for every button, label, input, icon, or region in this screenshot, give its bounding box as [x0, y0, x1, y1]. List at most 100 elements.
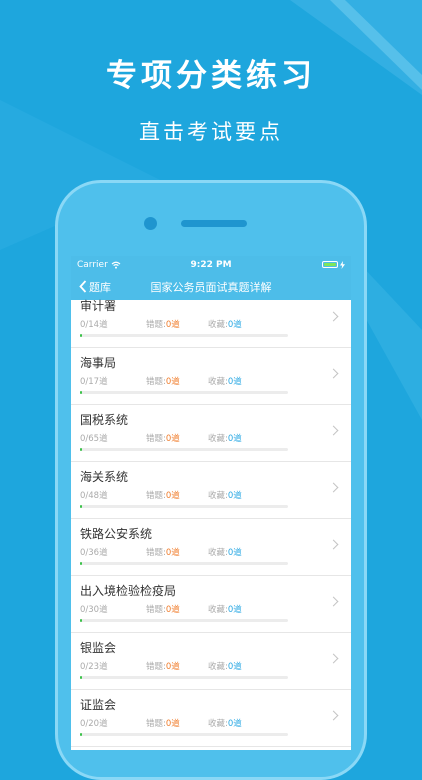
item-name: 海事局: [80, 356, 117, 370]
item-name: 银监会: [80, 641, 117, 655]
fav-value: 0道: [227, 719, 242, 729]
carrier-info: Carrier: [77, 260, 121, 270]
item-total: 0/17道: [80, 377, 108, 387]
item-wrong: 错题:0道: [146, 603, 180, 615]
progress-fill: [80, 733, 82, 736]
wifi-icon: [111, 261, 121, 269]
category-list: 审计署 0/14道 错题:0道 收藏:0道 海事局 0/17道 错题:0道 收藏…: [71, 299, 351, 747]
chevron-right-icon: [328, 368, 339, 379]
phone-screen: Carrier 9:22 PM 题库 国家公务员面试真题详解 审计署 0/14道…: [71, 256, 351, 750]
list-item[interactable]: 海关系统 0/48道 错题:0道 收藏:0道: [71, 462, 351, 519]
wrong-label: 错题:: [146, 662, 166, 672]
chevron-right-icon: [328, 539, 339, 550]
item-wrong: 错题:0道: [146, 660, 180, 672]
wrong-value: 0道: [165, 548, 180, 558]
item-wrong: 错题:0道: [146, 375, 180, 387]
progress-bar: [80, 562, 288, 565]
battery-icon: [322, 261, 338, 268]
wrong-label: 错题:: [146, 491, 166, 501]
fav-label: 收藏:: [208, 605, 228, 615]
promo-subtitle: 直击考试要点: [139, 120, 283, 144]
fav-label: 收藏:: [208, 491, 228, 501]
phone-speaker: [181, 220, 247, 227]
list-item[interactable]: 海事局 0/17道 错题:0道 收藏:0道: [71, 348, 351, 405]
item-fav: 收藏:0道: [208, 489, 242, 501]
back-button[interactable]: 题库: [71, 279, 111, 295]
wrong-label: 错题:: [146, 605, 166, 615]
fav-value: 0道: [227, 434, 242, 444]
fav-value: 0道: [227, 491, 242, 501]
item-fav: 收藏:0道: [208, 717, 242, 729]
wrong-label: 错题:: [146, 320, 166, 330]
progress-fill: [80, 448, 82, 451]
item-name: 国税系统: [80, 413, 129, 427]
fav-value: 0道: [227, 548, 242, 558]
fav-value: 0道: [227, 605, 242, 615]
fav-value: 0道: [227, 662, 242, 672]
fav-label: 收藏:: [208, 662, 228, 672]
fav-label: 收藏:: [208, 434, 228, 444]
list-item[interactable]: 出入境检验检疫局 0/30道 错题:0道 收藏:0道: [71, 576, 351, 633]
item-total: 0/30道: [80, 605, 108, 615]
battery-indicator: [322, 260, 345, 269]
progress-fill: [80, 334, 82, 337]
wrong-label: 错题:: [146, 434, 166, 444]
progress-bar: [80, 619, 288, 622]
progress-bar: [80, 733, 288, 736]
item-total: 0/65道: [80, 434, 108, 444]
item-name: 证监会: [80, 698, 117, 712]
item-wrong: 错题:0道: [146, 432, 180, 444]
page-title: 国家公务员面试真题详解: [150, 280, 272, 294]
progress-fill: [80, 562, 82, 565]
chevron-right-icon: [328, 710, 339, 721]
progress-fill: [80, 505, 82, 508]
wrong-value: 0道: [165, 434, 180, 444]
carrier-label: Carrier: [77, 259, 108, 270]
item-wrong: 错题:0道: [146, 717, 180, 729]
progress-fill: [80, 391, 82, 394]
fav-label: 收藏:: [208, 719, 228, 729]
list-item[interactable]: 铁路公安系统 0/36道 错题:0道 收藏:0道: [71, 519, 351, 576]
progress-bar: [80, 391, 288, 394]
fav-value: 0道: [227, 320, 242, 330]
item-name: 审计署: [80, 299, 117, 313]
item-fav: 收藏:0道: [208, 660, 242, 672]
phone-camera: [144, 217, 157, 230]
chevron-right-icon: [328, 311, 339, 322]
wrong-label: 错题:: [146, 719, 166, 729]
item-name: 铁路公安系统: [80, 527, 153, 541]
item-total: 0/36道: [80, 548, 108, 558]
item-wrong: 错题:0道: [146, 489, 180, 501]
wrong-value: 0道: [165, 320, 180, 330]
item-name: 海关系统: [80, 470, 129, 484]
back-button-label: 题库: [89, 280, 111, 294]
fav-label: 收藏:: [208, 320, 228, 330]
wrong-value: 0道: [165, 377, 180, 387]
chevron-right-icon: [328, 596, 339, 607]
list-item[interactable]: 银监会 0/23道 错题:0道 收藏:0道: [71, 633, 351, 690]
list-item[interactable]: 审计署 0/14道 错题:0道 收藏:0道: [71, 299, 351, 348]
item-total: 0/23道: [80, 662, 108, 672]
list-item[interactable]: 国税系统 0/65道 错题:0道 收藏:0道: [71, 405, 351, 462]
item-wrong: 错题:0道: [146, 318, 180, 330]
wrong-value: 0道: [165, 719, 180, 729]
item-name: 出入境检验检疫局: [80, 584, 177, 598]
chevron-right-icon: [328, 653, 339, 664]
progress-fill: [80, 619, 82, 622]
wrong-value: 0道: [165, 605, 180, 615]
list-item[interactable]: 证监会 0/20道 错题:0道 收藏:0道: [71, 690, 351, 747]
progress-bar: [80, 334, 288, 337]
battery-fill: [324, 263, 336, 266]
item-fav: 收藏:0道: [208, 432, 242, 444]
item-fav: 收藏:0道: [208, 375, 242, 387]
wrong-label: 错题:: [146, 548, 166, 558]
charging-bolt-icon: [340, 260, 345, 269]
navigation-bar: 题库 国家公务员面试真题详解: [71, 273, 351, 300]
fav-value: 0道: [227, 377, 242, 387]
item-total: 0/48道: [80, 491, 108, 501]
progress-fill: [80, 676, 82, 679]
item-fav: 收藏:0道: [208, 318, 242, 330]
chevron-left-icon: [79, 280, 87, 293]
fav-label: 收藏:: [208, 377, 228, 387]
promo-title: 专项分类练习: [106, 58, 316, 94]
